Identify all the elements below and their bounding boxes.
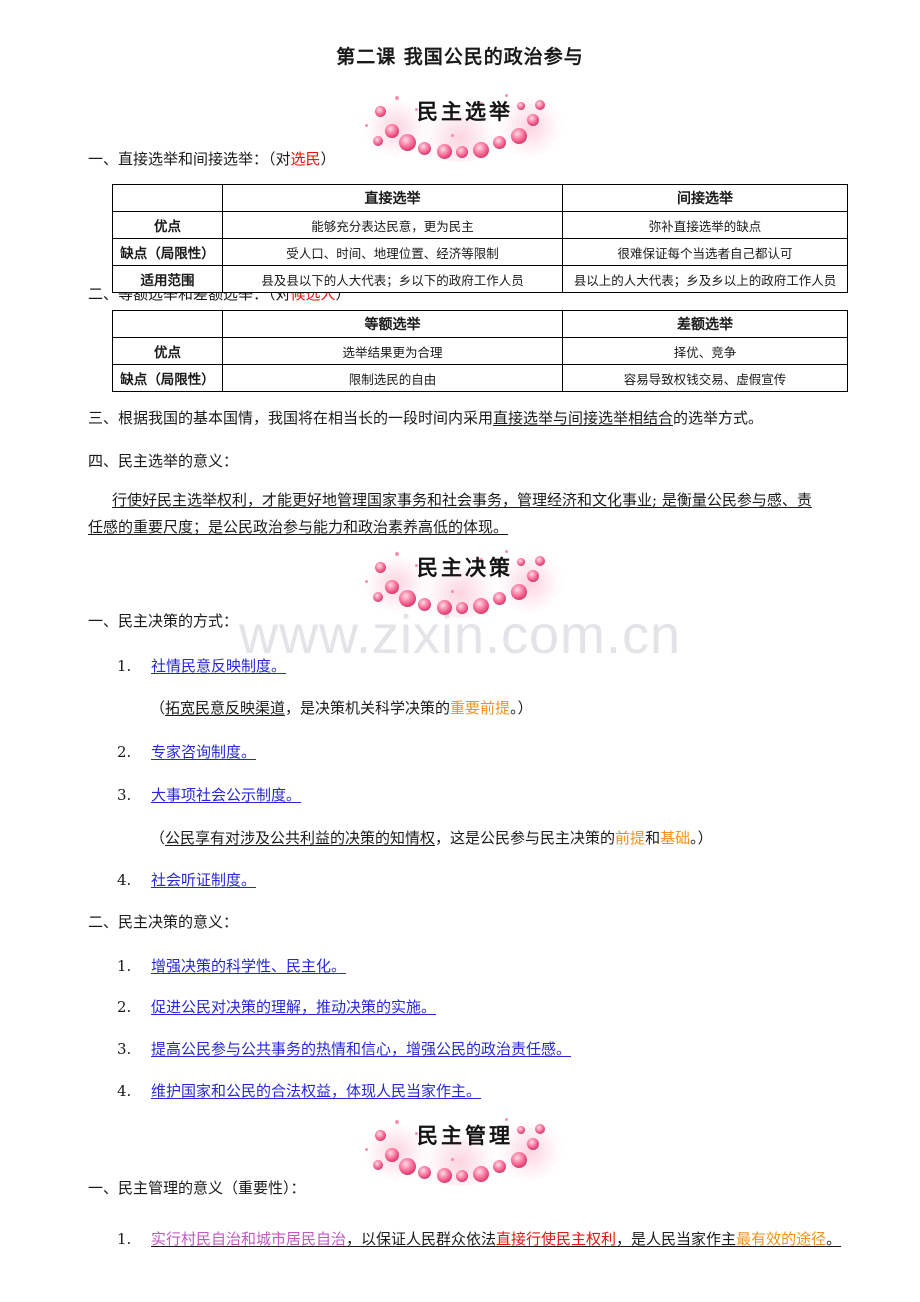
section-title-election: 民主选举 — [417, 99, 513, 124]
direct-indirect-election-table: 直接选举 间接选举 优点 能够充分表达民意，更为民主 弥补直接选举的缺点 缺点（… — [112, 184, 848, 293]
section-banner-decision: 民主决策 — [355, 540, 575, 618]
decision-note-1: （拓宽民意反映渠道，是决策机关科学决策的重要前提。） — [150, 697, 533, 719]
note-highlight-2: 基础 — [660, 829, 691, 847]
cell-differential-disadvantage: 容易导致权钱交易、虚假宣传 — [562, 364, 848, 392]
election-heading-1-highlight: 选民 — [290, 150, 321, 168]
note-close-paren: 。） — [690, 829, 713, 847]
decision-method-1: 1. 社情民意反映制度。 — [117, 655, 286, 677]
list-item-text[interactable]: 促进公民对决策的理解，推动决策的实施。 — [151, 998, 436, 1016]
list-number: 4. — [117, 871, 132, 889]
decision-meaning-4: 4. 维护国家和公民的合法权益，体现人民当家作主。 — [117, 1080, 481, 1102]
election-meaning-line-1: 行使好民主选举权利，才能更好地管理国家事务和社会事务，管理经济和文化事业; 是衡… — [112, 491, 812, 509]
item-highlight-red: 直接行使民主权利 — [496, 1230, 617, 1248]
cell-direct-scope: 县及县以下的人大代表；乡以下的政府工作人员 — [222, 265, 563, 293]
election-heading-1: 一、直接选举和间接选举：（对选民） — [88, 148, 336, 170]
table-row: 缺点（局限性） 受人口、时间、地理位置、经济等限制 很难保证每个当选者自己都认可 — [112, 238, 848, 266]
note-highlight: 重要前提 — [450, 699, 511, 717]
item-tail: 。 — [826, 1230, 842, 1248]
election-meaning-line-2: 任感的重要尺度；是公民政治参与能力和政治素养高低的体现。 — [88, 518, 509, 536]
cell-indirect-advantage: 弥补直接选举的缺点 — [562, 211, 848, 239]
decision-method-3: 3. 大事项社会公示制度。 — [117, 784, 301, 806]
note-open-paren: （ — [150, 829, 166, 847]
section-title-management: 民主管理 — [417, 1123, 513, 1148]
decision-method-4: 4. 社会听证制度。 — [117, 869, 256, 891]
list-number: 2. — [117, 743, 132, 761]
row-label-disadvantage: 缺点（局限性） — [112, 364, 223, 392]
note-middle: ，是决策机关科学决策的 — [285, 699, 451, 717]
row-label-advantage: 优点 — [112, 337, 223, 365]
row-label-scope: 适用范围 — [112, 265, 223, 293]
list-item-text[interactable]: 社情民意反映制度。 — [151, 657, 286, 675]
election-point-3: 三、根据我国的基本国情，我国将在相当长的一段时间内采用直接选举与间接选举相结合的… — [88, 407, 763, 429]
row-label-disadvantage: 缺点（局限性） — [112, 238, 223, 266]
list-number: 3. — [117, 786, 132, 804]
document-page: www.zixin.com.cn 第二课 我国公民的政治参与 民主选举 一、直接… — [0, 0, 920, 1302]
management-item-1: 1. 实行村民自治和城市居民自治，以保证人民群众依法直接行使民主权利，是人民当家作… — [117, 1228, 841, 1250]
section-title-decision: 民主决策 — [417, 555, 513, 580]
table-row: 直接选举 间接选举 — [112, 184, 848, 212]
cell-equal-disadvantage: 限制选民的自由 — [222, 364, 563, 392]
list-item-text[interactable]: 提高公民参与公共事务的热情和信心，增强公民的政治责任感。 — [151, 1040, 571, 1058]
list-number: 4. — [117, 1082, 132, 1100]
cell-indirect-scope: 县以上的人大代表；乡及乡以上的政府工作人员 — [562, 265, 848, 293]
note-joiner: 和 — [645, 829, 661, 847]
note-underline: 拓宽民意反映渠道 — [165, 699, 286, 717]
note-open-paren: （ — [150, 699, 166, 717]
election-heading-1-suffix: ） — [320, 150, 336, 168]
cell-direct-disadvantage: 受人口、时间、地理位置、经济等限制 — [222, 238, 563, 266]
decision-note-2: （公民享有对涉及公共利益的决策的知情权，这是公民参与民主决策的前提和基础。） — [150, 827, 713, 849]
decision-meaning-2: 2. 促进公民对决策的理解，推动决策的实施。 — [117, 996, 436, 1018]
list-number: 1. — [117, 1230, 132, 1248]
election-point-3-suffix: 的选举方式。 — [673, 409, 764, 427]
decision-heading-1: 一、民主决策的方式： — [88, 612, 239, 630]
table-header-indirect: 间接选举 — [562, 184, 848, 212]
row-label-advantage: 优点 — [112, 211, 223, 239]
table-row: 优点 能够充分表达民意，更为民主 弥补直接选举的缺点 — [112, 211, 848, 239]
list-item-text[interactable]: 大事项社会公示制度。 — [151, 786, 301, 804]
list-item-text[interactable]: 维护国家和公民的合法权益，体现人民当家作主。 — [151, 1082, 481, 1100]
list-number: 2. — [117, 998, 132, 1016]
note-underline: 公民享有对涉及公共利益的决策的知情权 — [165, 829, 436, 847]
list-number: 3. — [117, 1040, 132, 1058]
election-point-3-underline: 直接选举与间接选举相结合 — [493, 409, 674, 427]
item-text-1: ，以保证人民群众依法 — [346, 1230, 497, 1248]
note-middle: ，这是公民参与民主决策的 — [435, 829, 616, 847]
table-header-direct: 直接选举 — [222, 184, 563, 212]
table-header-differential: 差额选举 — [562, 310, 848, 338]
table-row: 缺点（局限性） 限制选民的自由 容易导致权钱交易、虚假宣传 — [112, 364, 848, 392]
cell-equal-advantage: 选举结果更为合理 — [222, 337, 563, 365]
item-highlight-orange: 最有效的途径 — [736, 1230, 827, 1248]
list-number: 1. — [117, 957, 132, 975]
note-highlight-1: 前提 — [615, 829, 646, 847]
list-item-text[interactable]: 社会听证制度。 — [151, 871, 256, 889]
list-item-text[interactable]: 增强决策的科学性、民主化。 — [151, 957, 346, 975]
table-row: 等额选举 差额选举 — [112, 310, 848, 338]
table-corner-cell — [112, 184, 223, 212]
table-row: 优点 选举结果更为合理 择优、竞争 — [112, 337, 848, 365]
election-point-4: 四、民主选举的意义： — [88, 452, 239, 470]
table-header-equal: 等额选举 — [222, 310, 563, 338]
cell-direct-advantage: 能够充分表达民意，更为民主 — [222, 211, 563, 239]
decision-method-2: 2. 专家咨询制度。 — [117, 741, 256, 763]
section-banner-election: 民主选举 — [355, 84, 575, 162]
page-title: 第二课 我国公民的政治参与 — [336, 46, 584, 68]
decision-heading-2: 二、民主决策的意义： — [88, 913, 239, 931]
note-close-paren: 。） — [510, 699, 533, 717]
list-item-text[interactable]: 专家咨询制度。 — [151, 743, 256, 761]
decision-meaning-1: 1. 增强决策的科学性、民主化。 — [117, 955, 346, 977]
item-text-2: ，是人民当家作主 — [616, 1230, 737, 1248]
management-heading-1: 一、民主管理的意义（重要性）： — [88, 1179, 306, 1197]
decision-meaning-3: 3. 提高公民参与公共事务的热情和信心，增强公民的政治责任感。 — [117, 1038, 571, 1060]
equal-differential-election-table: 等额选举 差额选举 优点 选举结果更为合理 择优、竞争 缺点（局限性） 限制选民… — [112, 310, 848, 392]
table-row: 适用范围 县及县以下的人大代表；乡以下的政府工作人员 县以上的人大代表；乡及乡以… — [112, 265, 848, 293]
table-corner-cell — [112, 310, 223, 338]
list-number: 1. — [117, 657, 132, 675]
election-point-3-prefix: 三、根据我国的基本国情，我国将在相当长的一段时间内采用 — [88, 409, 494, 427]
cell-differential-advantage: 择优、竞争 — [562, 337, 848, 365]
cell-indirect-disadvantage: 很难保证每个当选者自己都认可 — [562, 238, 848, 266]
election-heading-1-prefix: 一、直接选举和间接选举：（对 — [88, 150, 291, 168]
item-highlight-purple: 实行村民自治和城市居民自治 — [151, 1230, 347, 1248]
section-banner-management: 民主管理 — [355, 1108, 575, 1186]
